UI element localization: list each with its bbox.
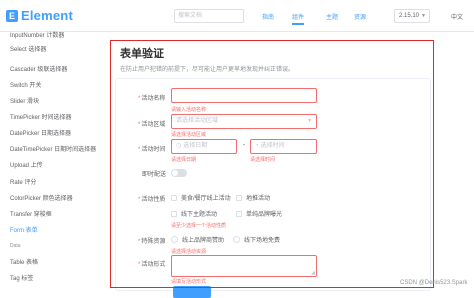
sidebar: InputNumber 计数器 Select 选择器 Cascader 级联选择…: [0, 32, 100, 291]
sidebar-item-datepicker[interactable]: DatePicker 日期选择器: [10, 128, 71, 137]
resource-error: 请选择活动资源: [171, 249, 207, 255]
sidebar-item-inputnumber[interactable]: InputNumber 计数器: [10, 30, 64, 39]
form-label-time: *活动时间: [138, 147, 166, 153]
version-select[interactable]: 2.15.10 ▼: [394, 9, 430, 23]
form-label-delivery: 即时配送: [142, 172, 167, 178]
sidebar-item-cascader[interactable]: Cascader 级联选择器: [10, 64, 67, 73]
sidebar-item-slider[interactable]: Slider 滑块: [10, 96, 39, 105]
checkbox: [171, 194, 177, 201]
time-picker-input[interactable]: ◔ 选择时间: [250, 139, 317, 154]
logo-text: Element: [21, 8, 73, 23]
activity-name-input[interactable]: [171, 88, 317, 103]
sidebar-item-table[interactable]: Table 表格: [10, 257, 38, 266]
type-error: 请至少选择一个活动性质: [171, 223, 227, 229]
search-input[interactable]: 搜索文档: [174, 9, 244, 23]
element-logo[interactable]: E Element: [6, 8, 73, 23]
region-error: 请选择活动区域: [171, 132, 207, 138]
sidebar-item-select[interactable]: Select 选择器: [10, 44, 46, 53]
top-header: E Element 搜索文档 指南 组件 主题 资源 2.15.10 ▼ 中文: [0, 0, 474, 32]
type-option-offline-theme[interactable]: 线下主题活动: [171, 209, 217, 218]
sidebar-item-colorpicker[interactable]: ColorPicker 颜色选择器: [10, 193, 73, 202]
nav-component[interactable]: 组件: [292, 12, 305, 25]
clock-icon: ◔: [255, 143, 259, 149]
time-separator: -: [243, 142, 246, 149]
form-label-desc: *活动形式: [138, 262, 166, 268]
radio: [171, 236, 178, 243]
type-option-promotion[interactable]: 地推活动: [236, 193, 270, 202]
type-option-brand-exposure[interactable]: 单纯品牌曝光: [236, 209, 282, 218]
time-error: 请选择时间: [250, 157, 276, 163]
form-label-resource: *特殊资源: [138, 239, 166, 245]
sidebar-item-upload[interactable]: Upload 上传: [10, 160, 43, 169]
sidebar-item-tag[interactable]: Tag 标签: [10, 273, 33, 282]
sidebar-group-data: Data: [10, 243, 21, 249]
nav-theme[interactable]: 主题: [326, 12, 338, 21]
form-label-type: *活动性质: [138, 197, 166, 203]
required-asterisk: *: [138, 96, 141, 102]
form-label-region: *活动区域: [138, 122, 166, 128]
version-value: 2.15.10: [399, 13, 420, 19]
sidebar-item-rate[interactable]: Rate 评分: [10, 177, 36, 186]
radio: [233, 236, 240, 243]
checkbox: [236, 210, 242, 217]
form-label-name: *活动名称: [138, 96, 166, 102]
page-description: 在防止用户犯错的前提下，尽可能让用户更早地发现并纠正错误。: [120, 67, 295, 73]
nav-resource[interactable]: 资源: [354, 12, 366, 21]
resize-handle-icon[interactable]: ◢: [311, 270, 315, 276]
switch-knob: [172, 170, 178, 176]
resource-option-venue[interactable]: 线下场地免费: [233, 235, 280, 244]
sidebar-item-datetimepicker[interactable]: DateTimePicker 日期时间选择器: [10, 144, 96, 153]
sidebar-item-transfer[interactable]: Transfer 穿梭框: [10, 209, 52, 218]
submit-button[interactable]: [173, 286, 211, 298]
region-select[interactable]: 请选择活动区域 ▼: [171, 114, 317, 129]
date-picker-input[interactable]: ◷ 选择日期: [171, 139, 237, 154]
checkbox: [236, 194, 242, 201]
watermark: CSDN @Denis523.Spark: [400, 280, 468, 286]
sidebar-item-timepicker[interactable]: TimePicker 时间选择器: [10, 112, 71, 121]
sidebar-item-form[interactable]: Form 表单: [10, 225, 38, 234]
page-title: 表单验证: [120, 48, 164, 60]
resource-option-sponsor[interactable]: 线上品牌商赞助: [171, 235, 224, 244]
activity-name-error: 请输入活动名称: [171, 107, 207, 113]
checkbox: [171, 210, 177, 217]
language-switch[interactable]: 中文: [451, 12, 463, 21]
chevron-down-icon: ▼: [421, 13, 426, 19]
date-error: 请选择日期: [171, 157, 197, 163]
logo-icon: E: [6, 9, 18, 22]
type-option-online-food[interactable]: 美食/餐厅线上活动: [171, 193, 231, 202]
delivery-switch[interactable]: [171, 169, 187, 177]
sidebar-item-switch[interactable]: Switch 开关: [10, 80, 41, 89]
activity-desc-textarea[interactable]: ◢: [171, 255, 317, 277]
chevron-down-icon: ▼: [307, 118, 312, 124]
calendar-icon: ◷: [176, 143, 182, 149]
nav-guide[interactable]: 指南: [262, 12, 274, 21]
desc-error: 请填写活动形式: [171, 279, 207, 285]
